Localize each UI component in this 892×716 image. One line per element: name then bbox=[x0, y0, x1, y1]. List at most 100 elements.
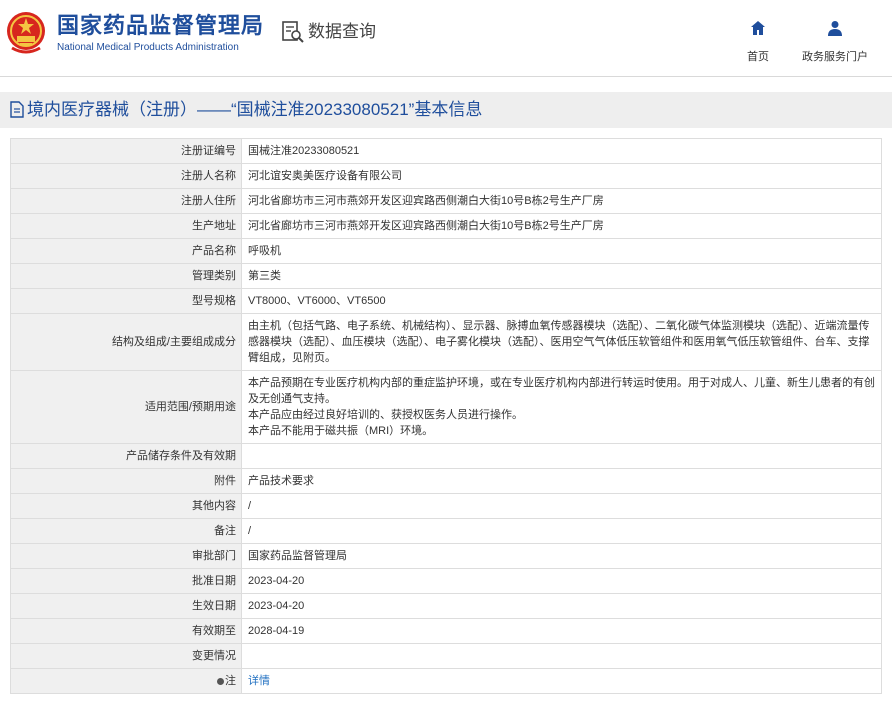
row-value bbox=[241, 443, 882, 469]
row-value-text: 呼吸机 bbox=[248, 245, 281, 257]
row-value: 2023-04-20 bbox=[241, 568, 882, 594]
row-label: 生效日期 bbox=[10, 593, 242, 619]
table-row: 变更情况 bbox=[10, 643, 882, 669]
row-label: 适用范围/预期用途 bbox=[10, 370, 242, 444]
row-label-text: 注 bbox=[225, 675, 236, 687]
document-icon bbox=[10, 101, 24, 118]
row-label-text: 注册证编号 bbox=[181, 145, 236, 157]
row-label: 结构及组成/主要组成成分 bbox=[10, 313, 242, 371]
row-value: 国械注准20233080521 bbox=[241, 138, 882, 164]
row-label-text: 型号规格 bbox=[192, 295, 236, 307]
row-value: 详情 bbox=[241, 668, 882, 694]
row-value-text: 河北省廊坊市三河市燕郊开发区迎宾路西侧潮白大街10号B栋2号生产厂房 bbox=[248, 195, 604, 207]
table-row: 注册人名称 河北谊安奥美医疗设备有限公司 bbox=[10, 163, 882, 189]
row-value-text: / bbox=[248, 500, 252, 512]
table-row: 有效期至 2028-04-19 bbox=[10, 618, 882, 644]
table-row: 注册人住所 河北省廊坊市三河市燕郊开发区迎宾路西侧潮白大街10号B栋2号生产厂房 bbox=[10, 188, 882, 214]
row-value-line: 本产品不能用于磁共振（MRI）环境。 bbox=[248, 425, 434, 437]
page-title: 境内医疗器械（注册）——“国械注准20233080521”基本信息 bbox=[27, 100, 483, 119]
row-value-line: 本产品预期在专业医疗机构内部的重症监护环境，或在专业医疗机构内部进行转运时使用。… bbox=[248, 377, 875, 405]
row-label-text: 注册人名称 bbox=[181, 170, 236, 182]
row-label-text: 生产地址 bbox=[192, 220, 236, 232]
row-value-text: 2023-04-20 bbox=[248, 575, 305, 587]
row-label-text: 生效日期 bbox=[192, 600, 236, 612]
row-label: 产品储存条件及有效期 bbox=[10, 443, 242, 469]
row-label-text: 批准日期 bbox=[192, 575, 236, 587]
table-row: 产品名称 呼吸机 bbox=[10, 238, 882, 264]
row-value: 国家药品监督管理局 bbox=[241, 543, 882, 569]
row-value-line: 本产品应由经过良好培训的、获授权医务人员进行操作。 bbox=[248, 409, 523, 421]
row-value: 第三类 bbox=[241, 263, 882, 289]
user-icon bbox=[828, 21, 842, 36]
site-name-cn: 国家药品监督管理局 bbox=[57, 13, 265, 38]
row-label: 有效期至 bbox=[10, 618, 242, 644]
table-row: 附件 产品技术要求 bbox=[10, 468, 882, 494]
row-value-text: 产品技术要求 bbox=[248, 475, 314, 487]
site-header: 国家药品监督管理局 National Medical Products Admi… bbox=[0, 0, 892, 77]
site-name-en: National Medical Products Administration bbox=[57, 42, 239, 53]
row-value: / bbox=[241, 518, 882, 544]
row-label: 注册人名称 bbox=[10, 163, 242, 189]
nav-home-label: 首页 bbox=[747, 51, 769, 63]
row-value: / bbox=[241, 493, 882, 519]
details-link[interactable]: 详情 bbox=[248, 675, 270, 687]
table-row: 产品储存条件及有效期 bbox=[10, 443, 882, 469]
table-row: 审批部门 国家药品监督管理局 bbox=[10, 543, 882, 569]
row-label: 其他内容 bbox=[10, 493, 242, 519]
row-label-text: 审批部门 bbox=[192, 550, 236, 562]
row-value-text: VT8000、VT6000、VT6500 bbox=[248, 295, 386, 307]
row-label: 备注 bbox=[10, 518, 242, 544]
nav-home[interactable]: 首页 bbox=[740, 20, 776, 64]
data-query-label: 数据查询 bbox=[308, 22, 376, 41]
data-query-link[interactable]: 数据查询 bbox=[281, 20, 376, 44]
row-value: 河北省廊坊市三河市燕郊开发区迎宾路西侧潮白大街10号B栋2号生产厂房 bbox=[241, 213, 882, 239]
table-row: 批准日期 2023-04-20 bbox=[10, 568, 882, 594]
site-brand[interactable]: 国家药品监督管理局 National Medical Products Admi… bbox=[57, 12, 264, 54]
page-title-bar: 境内医疗器械（注册）——“国械注准20233080521”基本信息 bbox=[0, 92, 892, 128]
row-label-text: 其他内容 bbox=[192, 500, 236, 512]
row-value: VT8000、VT6000、VT6500 bbox=[241, 288, 882, 314]
table-row: 生效日期 2023-04-20 bbox=[10, 593, 882, 619]
nav-service-portal[interactable]: 政务服务门户 bbox=[797, 20, 873, 64]
row-label: 审批部门 bbox=[10, 543, 242, 569]
row-value: 由主机（包括气路、电子系统、机械结构）、显示器、脉搏血氧传感器模块（选配）、二氧… bbox=[241, 313, 882, 371]
row-value-text: 河北谊安奥美医疗设备有限公司 bbox=[248, 170, 402, 182]
row-label: 附件 bbox=[10, 468, 242, 494]
row-label-text: 适用范围/预期用途 bbox=[144, 401, 236, 413]
home-icon bbox=[751, 21, 765, 35]
row-value-text: 2023-04-20 bbox=[248, 600, 305, 612]
row-value bbox=[241, 643, 882, 669]
row-label-text: 产品储存条件及有效期 bbox=[126, 450, 236, 462]
row-label-text: 变更情况 bbox=[192, 650, 236, 662]
row-value-text: 国家药品监督管理局 bbox=[248, 550, 347, 562]
row-value-text: 国械注准20233080521 bbox=[248, 145, 360, 157]
row-value-text: 由主机（包括气路、电子系统、机械结构）、显示器、脉搏血氧传感器模块（选配）、二氧… bbox=[248, 320, 870, 364]
row-label: 注 bbox=[10, 668, 242, 694]
nav-portal-label: 政务服务门户 bbox=[802, 51, 868, 63]
row-label-text: 管理类别 bbox=[192, 270, 236, 282]
table-row: 适用范围/预期用途 本产品预期在专业医疗机构内部的重症监护环境，或在专业医疗机构内… bbox=[10, 370, 882, 444]
row-label-text: 附件 bbox=[214, 475, 236, 487]
row-label: 批准日期 bbox=[10, 568, 242, 594]
row-value: 2023-04-20 bbox=[241, 593, 882, 619]
table-row: 注详情 bbox=[10, 668, 882, 694]
row-value: 呼吸机 bbox=[241, 238, 882, 264]
row-value: 产品技术要求 bbox=[241, 468, 882, 494]
row-label: 型号规格 bbox=[10, 288, 242, 314]
row-value-text: / bbox=[248, 525, 252, 537]
table-row: 结构及组成/主要组成成分 由主机（包括气路、电子系统、机械结构）、显示器、脉搏血氧… bbox=[10, 313, 882, 371]
row-label: 产品名称 bbox=[10, 238, 242, 264]
row-label: 注册人住所 bbox=[10, 188, 242, 214]
row-value: 本产品预期在专业医疗机构内部的重症监护环境，或在专业医疗机构内部进行转运时使用。… bbox=[241, 370, 882, 444]
table-row: 注册证编号 国械注准20233080521 bbox=[10, 138, 882, 164]
table-row: 管理类别 第三类 bbox=[10, 263, 882, 289]
row-label-text: 产品名称 bbox=[192, 245, 236, 257]
row-label: 变更情况 bbox=[10, 643, 242, 669]
row-value-text: 第三类 bbox=[248, 270, 281, 282]
registration-info-table: 注册证编号 国械注准20233080521 注册人名称 河北谊安奥美医疗设备有限公司注… bbox=[10, 138, 882, 694]
row-value: 河北省廊坊市三河市燕郊开发区迎宾路西侧潮白大街10号B栋2号生产厂房 bbox=[241, 188, 882, 214]
row-value: 河北谊安奥美医疗设备有限公司 bbox=[241, 163, 882, 189]
table-row: 其他内容 / bbox=[10, 493, 882, 519]
row-label-text: 结构及组成/主要组成成分 bbox=[111, 336, 236, 348]
row-label-text: 注册人住所 bbox=[181, 195, 236, 207]
